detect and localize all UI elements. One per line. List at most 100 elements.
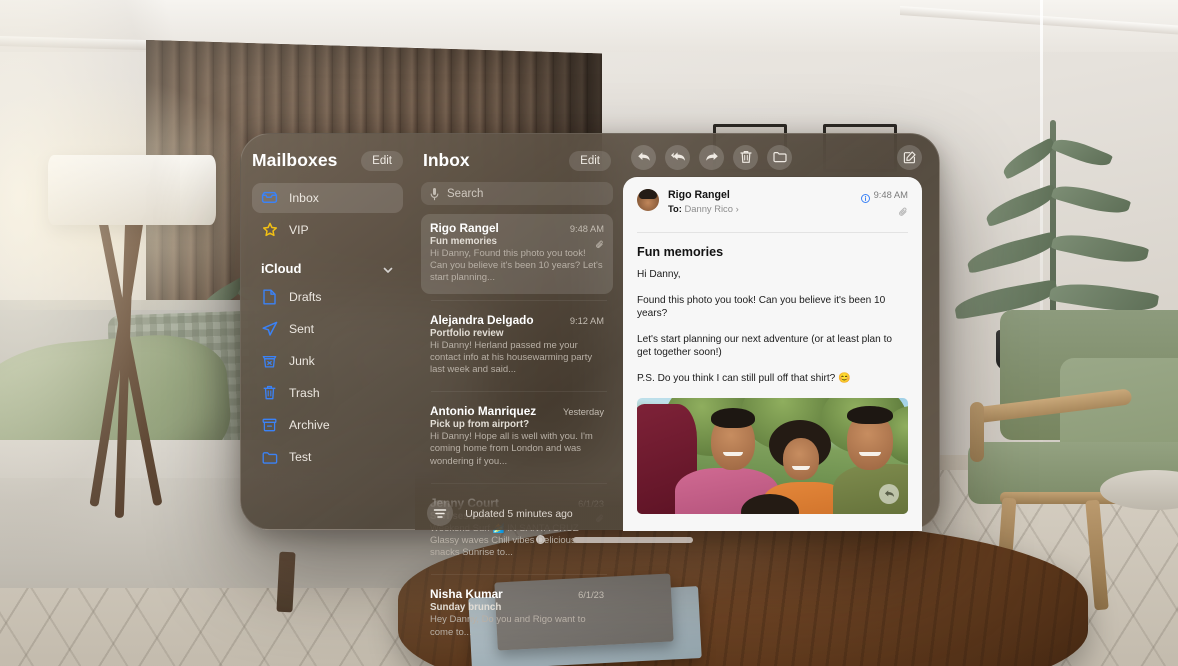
delete-button[interactable] xyxy=(733,144,758,170)
email-reader-card: Rigo Rangel To: Danny Rico › 9:48 AM Fun… xyxy=(623,177,922,531)
photo-reply-button[interactable] xyxy=(879,483,899,504)
message-list-edit-button[interactable]: Edit xyxy=(569,150,611,171)
photo-hair-right xyxy=(847,405,893,424)
message-list-title: Inbox xyxy=(423,150,470,170)
message-preview: Hi Danny! Herland passed me your contact… xyxy=(430,339,593,376)
message-list-item[interactable]: Nisha Kumar 6/1/23 Sunday brunch Hey Dan… xyxy=(421,580,613,647)
paperplane-icon xyxy=(261,321,278,337)
message-time: 9:12 AM xyxy=(569,315,604,326)
message-subject-row: Sunday brunch xyxy=(430,602,604,613)
detail-toolbar xyxy=(623,133,940,181)
email-attached-photo[interactable] xyxy=(637,397,908,514)
sidebar-item-label: Archive xyxy=(289,418,330,432)
sidebar-item-archive[interactable]: Archive xyxy=(252,410,403,440)
armchair-arm-post xyxy=(970,402,984,462)
inbox-icon xyxy=(261,190,278,206)
sidebar-item-test[interactable]: Test xyxy=(252,442,403,472)
sidebar-item-label: Sent xyxy=(289,322,315,336)
message-list-item[interactable]: Jenny Court 6/1/23 Surf session Weekend … xyxy=(421,489,613,569)
sidebar-item-inbox[interactable]: Inbox xyxy=(252,183,403,213)
message-list-item[interactable]: Antonio Manriquez Yesterday Pick up from… xyxy=(421,397,613,477)
message-preview: Weekend Surf 🏄 IN SANTA CRUZ Glassy wave… xyxy=(430,522,579,559)
message-item-top: Nisha Kumar 6/1/23 xyxy=(430,587,604,601)
message-subject-row: Pick up from airport? xyxy=(430,419,604,430)
move-to-folder-button[interactable] xyxy=(767,144,792,170)
email-paragraph: Hi Danny, xyxy=(637,269,681,280)
star-icon xyxy=(261,222,278,238)
message-detail-pane: Rigo Rangel To: Danny Rico › 9:48 AM Fun… xyxy=(623,133,940,531)
reply-all-button[interactable] xyxy=(665,144,690,170)
sidebar-item-sent[interactable]: Sent xyxy=(252,314,403,344)
email-paragraph: P.S. Do you think I can still pull off t… xyxy=(637,372,851,384)
mailboxes-sidebar: Mailboxes Edit Inbox VIP iCloud Drafts S… xyxy=(240,133,415,530)
archive-icon xyxy=(261,417,278,433)
sidebar-item-junk[interactable]: Junk xyxy=(252,346,403,376)
email-subject: Fun memories xyxy=(637,245,724,259)
sidebar-item-label: Trash xyxy=(289,386,320,400)
search-field[interactable]: Search xyxy=(421,182,613,205)
sidebar-item-label: Inbox xyxy=(289,191,319,205)
email-sender-block: Rigo Rangel To: Danny Rico › xyxy=(668,189,861,214)
plant-leaf xyxy=(1050,179,1132,220)
compose-button[interactable] xyxy=(897,144,922,170)
sidebar-item-label: Test xyxy=(289,450,312,464)
email-recipient-row[interactable]: To: Danny Rico › xyxy=(668,203,861,214)
message-list-header: Inbox Edit xyxy=(415,150,623,171)
divider xyxy=(431,482,607,484)
message-preview: Hey Danny, Do you and Rigo want to come … xyxy=(430,614,586,638)
wall-light-falloff xyxy=(0,0,180,560)
photo-smile-right xyxy=(859,451,881,456)
message-item-top: Antonio Manriquez Yesterday xyxy=(430,404,604,418)
sidebar-item-label: VIP xyxy=(289,223,309,237)
search-placeholder: Search xyxy=(447,187,484,200)
sidebar-header: Mailboxes Edit xyxy=(252,150,403,171)
message-time: 6/1/23 xyxy=(578,498,604,509)
sidebar-item-trash[interactable]: Trash xyxy=(252,378,403,408)
divider xyxy=(431,391,607,393)
message-list-item[interactable]: Rigo Rangel 9:48 AM Fun memories Hi Dann… xyxy=(421,214,613,294)
sidebar-item-label: Drafts xyxy=(289,290,322,304)
trash-icon xyxy=(261,385,278,401)
message-list-item[interactable]: Alejandra Delgado 9:12 AM Portfolio revi… xyxy=(421,306,613,386)
email-paragraph: Let's start planning our next adventure … xyxy=(637,333,892,359)
sofa-leg xyxy=(276,551,296,613)
to-label: To: xyxy=(668,202,682,214)
avatar-hair xyxy=(639,189,657,199)
chevron-right-icon[interactable]: › xyxy=(736,203,739,214)
microphone-icon[interactable] xyxy=(430,187,439,201)
junk-icon xyxy=(261,353,278,369)
sidebar-item-vip[interactable]: VIP xyxy=(252,215,403,245)
info-icon[interactable] xyxy=(860,190,870,203)
paperclip-icon xyxy=(596,237,604,248)
plant-leaf xyxy=(982,183,1060,228)
message-subject: Sunday brunch xyxy=(430,602,502,614)
reply-button[interactable] xyxy=(631,144,656,170)
email-timestamp: 9:48 AM xyxy=(873,189,908,200)
message-subject: Pick up from airport? xyxy=(430,419,530,431)
sidebar-title: Mailboxes xyxy=(252,150,338,170)
plant-leaf xyxy=(1050,228,1150,269)
photo-smile-left xyxy=(723,451,743,456)
sidebar-item-drafts[interactable]: Drafts xyxy=(252,282,403,312)
email-body: Hi Danny, Found this photo you took! Can… xyxy=(623,259,922,386)
plant-leaf xyxy=(964,231,1060,274)
chevron-down-icon[interactable] xyxy=(382,263,394,275)
message-item-top: Jenny Court 6/1/23 xyxy=(430,496,604,510)
message-sender: Alejandra Delgado xyxy=(430,312,534,327)
email-recipient: Danny Rico xyxy=(684,202,733,214)
photo-face-center xyxy=(783,437,819,480)
document-icon xyxy=(261,289,278,305)
mail-app-window: Mailboxes Edit Inbox VIP iCloud Drafts S… xyxy=(240,133,940,638)
paperclip-icon[interactable] xyxy=(861,205,908,223)
message-item-top: Rigo Rangel 9:48 AM xyxy=(430,221,604,235)
filter-icon[interactable] xyxy=(427,500,453,526)
sidebar-edit-button[interactable]: Edit xyxy=(361,150,403,171)
avatar xyxy=(637,189,659,211)
forward-button[interactable] xyxy=(699,144,724,170)
message-time: Yesterday xyxy=(562,407,604,418)
message-subject-row: Portfolio review xyxy=(430,328,604,339)
sidebar-section-icloud[interactable]: iCloud xyxy=(252,261,403,276)
message-preview: Hi Danny, Found this photo you took! Can… xyxy=(430,248,603,284)
message-preview: Hi Danny! Hope all is well with you. I'm… xyxy=(430,431,593,467)
divider xyxy=(431,574,607,576)
